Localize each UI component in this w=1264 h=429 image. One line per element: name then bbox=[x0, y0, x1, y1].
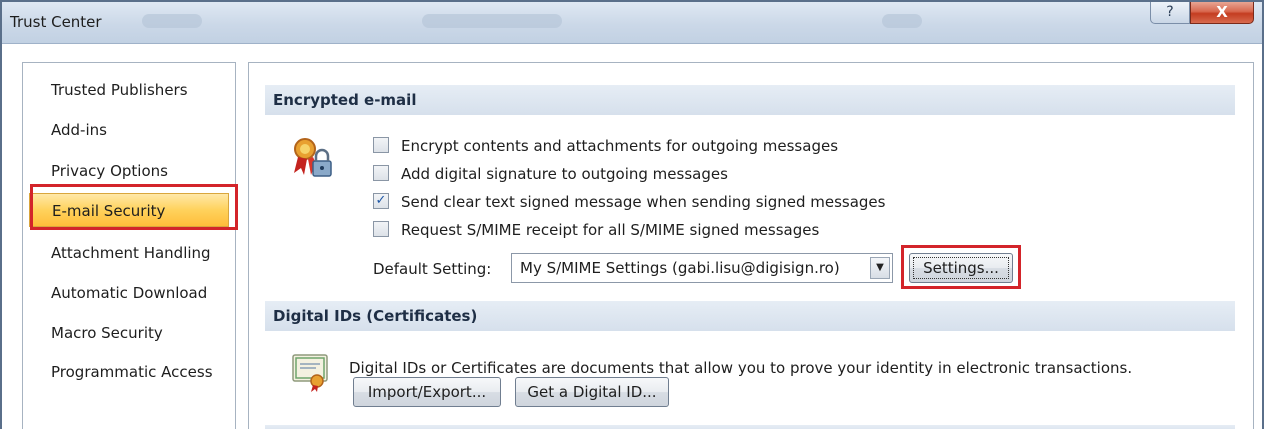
default-setting-dropdown[interactable]: My S/MIME Settings (gabi.lisu@digisign.r… bbox=[511, 253, 893, 283]
get-digital-id-label: Get a Digital ID... bbox=[527, 383, 657, 401]
clear-text-label: Send clear text signed message when send… bbox=[401, 193, 886, 211]
close-button[interactable]: X bbox=[1190, 2, 1254, 24]
close-icon: X bbox=[1216, 3, 1228, 21]
sidebar-item-automatic-download[interactable]: Automatic Download bbox=[29, 276, 229, 310]
title-bar-blur bbox=[422, 14, 562, 28]
default-setting-value: My S/MIME Settings (gabi.lisu@digisign.r… bbox=[520, 259, 840, 277]
highlight-email-security bbox=[30, 184, 238, 230]
title-bar: Trust Center ? X bbox=[2, 2, 1262, 44]
sidebar-item-trusted-publishers[interactable]: Trusted Publishers bbox=[29, 73, 229, 107]
sidebar-item-programmatic-access[interactable]: Programmatic Access bbox=[29, 355, 229, 389]
window-title: Trust Center bbox=[10, 13, 102, 31]
import-export-button[interactable]: Import/Export... bbox=[353, 377, 501, 407]
help-button[interactable]: ? bbox=[1150, 2, 1190, 24]
sidebar-item-macro-security[interactable]: Macro Security bbox=[29, 316, 229, 350]
digital-ids-description: Digital IDs or Certificates are document… bbox=[349, 359, 1133, 377]
sidebar-item-attachment-handling[interactable]: Attachment Handling bbox=[29, 236, 229, 270]
clear-text-checkbox[interactable]: ✓ bbox=[373, 193, 389, 209]
signature-label: Add digital signature to outgoing messag… bbox=[401, 165, 728, 183]
content-pane: Encrypted e-mail Encrypt contents and at… bbox=[248, 62, 1254, 429]
certificate-lock-icon bbox=[289, 137, 335, 181]
title-bar-blur bbox=[142, 14, 202, 28]
next-section-header bbox=[265, 425, 1235, 429]
import-export-label: Import/Export... bbox=[367, 383, 487, 401]
chevron-down-icon[interactable]: ▼ bbox=[870, 257, 890, 279]
get-digital-id-button[interactable]: Get a Digital ID... bbox=[515, 377, 669, 407]
trust-center-window: Trust Center ? X Trusted Publishers Add-… bbox=[0, 0, 1264, 429]
signature-checkbox[interactable] bbox=[373, 165, 389, 181]
encrypt-label: Encrypt contents and attachments for out… bbox=[401, 137, 839, 155]
section-header-digital-ids: Digital IDs (Certificates) bbox=[265, 301, 1235, 331]
certificate-document-icon bbox=[291, 353, 333, 393]
encrypt-checkbox[interactable] bbox=[373, 137, 389, 153]
sidebar-item-privacy-options[interactable]: Privacy Options bbox=[29, 154, 229, 188]
sidebar-item-add-ins[interactable]: Add-ins bbox=[29, 113, 229, 147]
highlight-settings-button bbox=[901, 245, 1021, 289]
section-header-encrypted-email: Encrypted e-mail bbox=[265, 85, 1235, 115]
help-icon: ? bbox=[1166, 4, 1174, 20]
smime-receipt-checkbox[interactable] bbox=[373, 221, 389, 237]
sidebar: Trusted Publishers Add-ins Privacy Optio… bbox=[22, 62, 236, 429]
smime-receipt-label: Request S/MIME receipt for all S/MIME si… bbox=[401, 221, 820, 239]
title-bar-blur bbox=[882, 14, 922, 28]
default-setting-label: Default Setting: bbox=[373, 260, 492, 278]
